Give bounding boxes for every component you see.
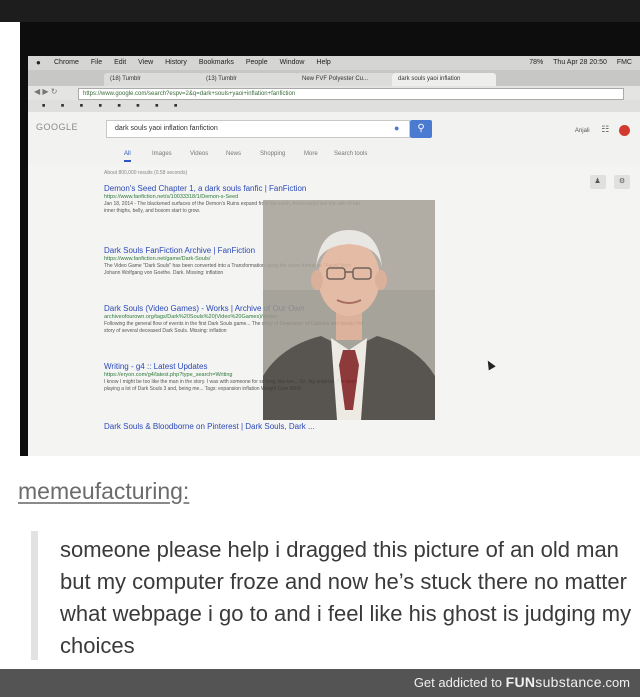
bell-icon[interactable] — [619, 124, 630, 136]
tab-images[interactable]: Images — [152, 151, 172, 157]
post-username[interactable]: memeufacturing: — [18, 478, 189, 505]
brand-fun: FUN — [505, 674, 536, 690]
menu-view[interactable]: View — [138, 59, 153, 66]
menu-history[interactable]: History — [165, 59, 187, 66]
bookmarks-bar: ■ ■ ■ ■ ■ ■ ■ ■ — [28, 100, 640, 112]
tab-videos[interactable]: Videos — [190, 151, 208, 157]
result-title[interactable]: Dark Souls & Bloodborne on Pinterest | D… — [104, 422, 364, 431]
apple-icon[interactable] — [36, 56, 45, 70]
settings-icon[interactable]: ⚙ — [614, 175, 630, 189]
battery-percent: 78% — [529, 59, 544, 66]
google-account-area: Anjali ☷ — [575, 124, 630, 136]
google-header: GOOGLE dark souls yaoi inflation fanfict… — [28, 112, 640, 147]
brand-substance: substance — [535, 674, 602, 690]
search-button[interactable]: ⚲ — [410, 120, 432, 138]
footer-text[interactable]: Get addicted to FUNsubstance.com — [414, 674, 630, 690]
menu-window[interactable]: Window — [280, 59, 305, 66]
account-icon[interactable]: ♟ — [589, 175, 606, 189]
back-forward-icon[interactable]: ◀ ▶ ↻ — [34, 87, 57, 96]
footer-brand: FUNsubstance — [506, 674, 602, 690]
search-result: Dark Souls & Bloodborne on Pinterest | D… — [104, 422, 364, 431]
browser-tab-active[interactable]: dark souls yaoi inflation — [392, 73, 496, 86]
menu-help[interactable]: Help — [316, 59, 330, 66]
menubar-status: 78% Thu Apr 28 20:50 FMC — [521, 56, 632, 70]
tab-search-tools[interactable]: Search tools — [334, 151, 367, 157]
bookmark-item[interactable]: ■ — [155, 103, 158, 109]
grid-icon[interactable]: ☷ — [601, 124, 609, 134]
bookmark-item[interactable]: ■ — [42, 103, 45, 109]
microphone-icon[interactable]: ● — [394, 123, 399, 133]
search-input[interactable]: dark souls yaoi inflation fanfiction — [106, 120, 410, 138]
google-logo[interactable]: GOOGLE — [36, 122, 78, 132]
footer-prefix: Get addicted to — [413, 675, 502, 690]
menu-chrome[interactable]: Chrome — [54, 59, 79, 66]
menu-people[interactable]: People — [246, 59, 268, 66]
bookmark-item[interactable]: ■ — [80, 103, 83, 109]
account-name[interactable]: Anjali — [575, 128, 590, 134]
bookmark-item[interactable]: ■ — [136, 103, 139, 109]
menu-file[interactable]: File — [91, 59, 102, 66]
browser-tab[interactable]: (18) Tumblr — [104, 73, 202, 86]
search-icon: ⚲ — [417, 123, 425, 134]
tab-news[interactable]: News — [226, 151, 241, 157]
bookmark-item[interactable]: ■ — [61, 103, 64, 109]
browser-tab[interactable]: (13) Tumblr — [200, 73, 298, 86]
user-name[interactable]: FMC — [617, 59, 632, 66]
tab-shopping[interactable]: Shopping — [260, 151, 285, 157]
top-black-strip — [0, 0, 640, 22]
browser-tabbar: (18) Tumblr (13) Tumblr New FVF Polyeste… — [28, 70, 640, 86]
quote-bar — [31, 531, 38, 660]
tab-all[interactable]: All — [124, 151, 131, 162]
monitor-photo: Chrome File Edit View History Bookmarks … — [20, 22, 640, 456]
url-field[interactable]: https://www.google.com/search?espv=2&q=d… — [78, 88, 624, 100]
result-title[interactable]: Demon's Seed Chapter 1, a dark souls fan… — [104, 184, 364, 193]
address-bar: ◀ ▶ ↻ https://www.google.com/search?espv… — [28, 86, 640, 100]
footer-domain: .com — [601, 675, 630, 690]
bookmark-item[interactable]: ■ — [117, 103, 120, 109]
footer-bar: Get addicted to FUNsubstance.com — [0, 669, 640, 697]
result-tools: ♟ ⚙ — [586, 170, 630, 189]
portrait-image — [263, 200, 435, 420]
mac-menubar: Chrome File Edit View History Bookmarks … — [28, 56, 640, 70]
result-stats: About 800,000 results (0.58 seconds) — [104, 170, 188, 176]
browser-tab[interactable]: New FVF Polyester Cu... — [296, 73, 394, 86]
old-man-portrait[interactable] — [263, 200, 435, 420]
google-search-tabs: All Images Videos News Shopping More Sea… — [28, 146, 640, 165]
menu-bookmarks[interactable]: Bookmarks — [199, 59, 234, 66]
tab-more[interactable]: More — [304, 151, 318, 157]
bookmark-item[interactable]: ■ — [174, 103, 177, 109]
bookmark-item[interactable]: ■ — [99, 103, 102, 109]
menubar-items: Chrome File Edit View History Bookmarks … — [54, 56, 341, 70]
clock: Thu Apr 28 20:50 — [553, 59, 607, 66]
post-text: someone please help i dragged this pictu… — [60, 537, 632, 658]
menu-edit[interactable]: Edit — [114, 59, 126, 66]
